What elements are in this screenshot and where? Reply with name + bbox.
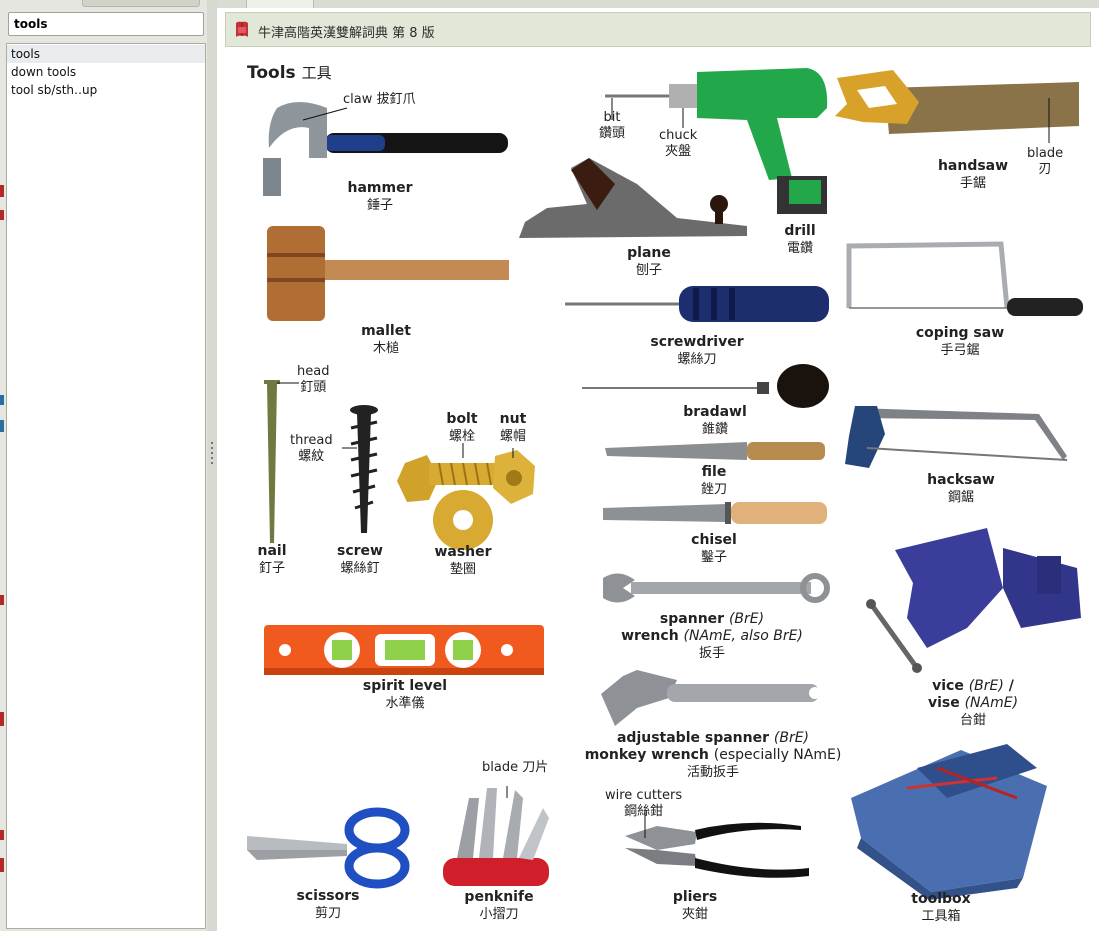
label-spanner: spanner (BrE) wrench (NAmE, also BrE) 扳手 xyxy=(621,611,803,661)
bolt-nut-washer-image xyxy=(397,443,535,550)
label-thread: thread 螺紋 xyxy=(290,433,333,464)
word-list-item[interactable]: down tools xyxy=(7,63,205,81)
spirit-level-image xyxy=(264,625,544,675)
search-input[interactable] xyxy=(8,12,204,36)
left-pane: tools down tools tool sb/sth‥up xyxy=(0,0,212,931)
chisel-image xyxy=(603,502,827,524)
dictionary-book-icon xyxy=(236,21,248,37)
label-bradawl: bradawl 錐鑽 xyxy=(683,404,747,437)
label-head: head 釘頭 xyxy=(297,364,330,395)
label-nail: nail 釘子 xyxy=(257,543,287,576)
label-bit: bit 鑽頭 xyxy=(599,110,626,141)
label-saw-blade: blade 刃 xyxy=(1027,146,1064,177)
handsaw-image xyxy=(835,70,1079,143)
penknife-image xyxy=(443,786,549,886)
label-drill: drill 電鑽 xyxy=(784,223,816,256)
adjustable-spanner-image xyxy=(601,670,821,726)
label-coping-saw: coping saw 手弓鋸 xyxy=(915,325,1005,358)
label-scissors: scissors 剪刀 xyxy=(296,888,360,921)
label-screwdriver: screwdriver 螺絲刀 xyxy=(650,334,744,367)
spanner-image xyxy=(603,573,830,603)
word-list-item[interactable]: tool sb/sth‥up xyxy=(7,81,205,99)
label-adjustable-spanner: adjustable spanner (BrE) monkey wrench (… xyxy=(584,730,842,780)
label-nut: nut 螺帽 xyxy=(499,411,527,444)
pliers-image xyxy=(625,810,809,878)
hacksaw-image xyxy=(845,406,1068,468)
dictionary-title: 牛津高階英漢雙解詞典 第 8 版 xyxy=(258,26,435,41)
coping-saw-image xyxy=(846,241,1083,316)
word-list[interactable]: tools down tools tool sb/sth‥up xyxy=(6,43,206,929)
scissors-image xyxy=(247,807,410,889)
mallet-image xyxy=(267,226,509,321)
screw-image xyxy=(342,405,378,533)
tools-illustration: Tools 工具 claw 拔釘爪 hammer 錘子 mallet 木槌 head… xyxy=(217,8,1099,931)
label-pliers: pliers 夾鉗 xyxy=(672,889,718,922)
file-image xyxy=(605,442,825,460)
label-bolt: bolt 螺栓 xyxy=(446,411,478,444)
screwdriver-image xyxy=(565,286,829,322)
dictionary-content: Tools 工具 claw 拔釘爪 hammer 錘子 mallet 木槌 head… xyxy=(217,8,1099,931)
vise-image xyxy=(866,528,1081,673)
plane-image xyxy=(519,158,747,238)
label-screw: screw 螺絲釘 xyxy=(337,543,383,576)
plate-title: Tools 工具 xyxy=(247,63,332,83)
label-hammer: hammer 錘子 xyxy=(347,180,413,213)
label-wire-cutters: wire cutters 鋼絲鉗 xyxy=(605,788,683,819)
label-hacksaw: hacksaw 鋼鋸 xyxy=(927,472,995,505)
label-washer: washer 墊圈 xyxy=(434,544,492,577)
label-toolbox: toolbox 工具箱 xyxy=(911,891,971,924)
left-tab[interactable] xyxy=(82,0,200,7)
toolbox-image xyxy=(851,744,1047,900)
bradawl-image xyxy=(582,364,829,408)
splitter-grip[interactable] xyxy=(211,442,213,466)
label-chisel: chisel 鑿子 xyxy=(691,532,737,565)
word-list-item[interactable]: tools xyxy=(7,45,205,63)
label-penknife: penknife 小摺刀 xyxy=(464,889,534,922)
label-penknife-blade: blade 刀片 xyxy=(482,760,549,775)
dictionary-header: 牛津高階英漢雙解詞典 第 8 版 xyxy=(225,12,1091,47)
label-vice: vice (BrE) / vise (NAmE) 台鉗 xyxy=(927,678,1019,728)
label-spirit-level: spirit level 水準儀 xyxy=(362,678,448,711)
label-chuck: chuck 夾盤 xyxy=(659,128,698,159)
label-handsaw: handsaw 手鋸 xyxy=(937,158,1009,191)
label-file: file 銼刀 xyxy=(700,464,727,497)
label-mallet: mallet 木槌 xyxy=(361,323,411,356)
label-plane: plane 刨子 xyxy=(627,245,671,278)
label-claw: claw 拔釘爪 xyxy=(343,92,416,107)
